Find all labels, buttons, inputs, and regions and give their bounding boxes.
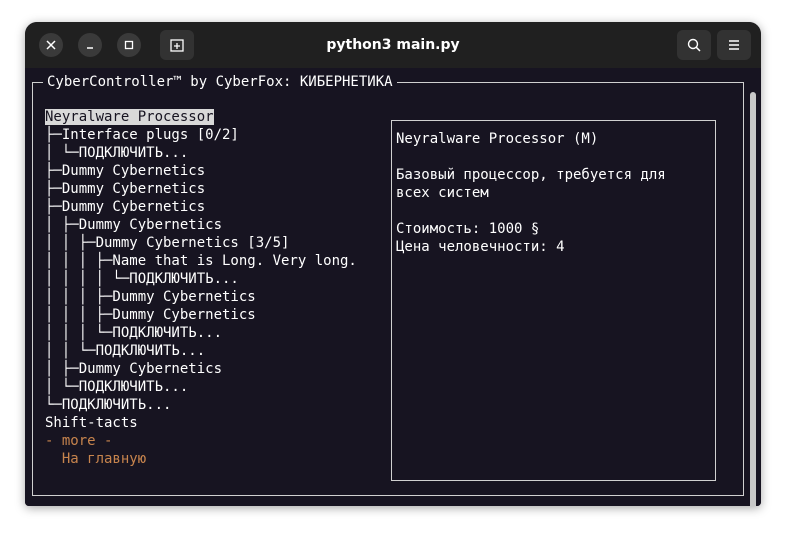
tree-item[interactable]: │ │ ├─Dummy Cybernetics [3/5]	[45, 234, 357, 252]
tree-item-label: │ ├─Dummy Cybernetics	[45, 217, 223, 233]
tree-item-label: │ ├─Dummy Cybernetics	[45, 361, 223, 377]
hamburger-menu-icon	[729, 40, 739, 50]
tree-item[interactable]: │ └─ПОДКЛЮЧИТЬ...	[45, 378, 357, 396]
tree-item-label: │ │ │ ├─Dummy Cybernetics	[45, 289, 256, 305]
tree-item[interactable]: │ └─ПОДКЛЮЧИТЬ...	[45, 144, 357, 162]
detail-line: Стоимость: 1000 §	[396, 221, 540, 237]
tree-item[interactable]: │ │ │ ├─Dummy Cybernetics	[45, 306, 357, 324]
tree-item[interactable]: │ │ │ ├─Dummy Cybernetics	[45, 288, 357, 306]
detail-line: Neyralware Processor (M)	[396, 131, 599, 147]
tree-item[interactable]: ├─Dummy Cybernetics	[45, 180, 357, 198]
tree-item-label: ├─Dummy Cybernetics	[45, 163, 206, 179]
tree-item[interactable]: │ │ │ │ └─ПОДКЛЮЧИТЬ...	[45, 270, 357, 288]
detail-line: Цена человечности: 4	[396, 239, 565, 255]
tree-item[interactable]: ├─Dummy Cybernetics	[45, 162, 357, 180]
frame-title: CyberController™ by CyberFox: КИБЕРНЕТИК…	[43, 73, 397, 91]
menu-button[interactable]	[717, 30, 751, 60]
tree-item[interactable]: └─ПОДКЛЮЧИТЬ...	[45, 396, 357, 414]
tree-item[interactable]: │ │ │ ├─Name that is Long. Very long.	[45, 252, 357, 270]
detail-line	[396, 148, 666, 166]
tree-item[interactable]: │ ├─Dummy Cybernetics	[45, 216, 357, 234]
tree-item-label: ├─Dummy Cybernetics	[45, 181, 206, 197]
detail-line: всех систем	[396, 185, 489, 201]
tree-item[interactable]: ├─Interface plugs [0/2]	[45, 126, 357, 144]
tree-item-label: └─ПОДКЛЮЧИТЬ...	[45, 397, 172, 413]
tree-item[interactable]: Shift-tacts	[45, 414, 357, 432]
tree-item-label: │ │ └─ПОДКЛЮЧИТЬ...	[45, 343, 206, 359]
search-icon	[687, 38, 701, 52]
tree-item-label: │ └─ПОДКЛЮЧИТЬ...	[45, 379, 189, 395]
tree-item-label: │ └─ПОДКЛЮЧИТЬ...	[45, 145, 189, 161]
scrollbar[interactable]	[750, 92, 756, 506]
tree-item-label: Neyralware Processor	[45, 109, 214, 125]
tree-item-label: │ │ │ └─ПОДКЛЮЧИТЬ...	[45, 325, 223, 341]
detail-line	[396, 202, 666, 220]
tree-item[interactable]: │ │ └─ПОДКЛЮЧИТЬ...	[45, 342, 357, 360]
terminal-window: python3 main.py CyberController™ by Cybe…	[25, 22, 761, 506]
tree-item-label: ├─Interface plugs [0/2]	[45, 127, 239, 143]
tree-item[interactable]: - more -	[45, 432, 357, 450]
tree-item-label: ├─Dummy Cybernetics	[45, 199, 206, 215]
tree-item-label: │ │ ├─Dummy Cybernetics [3/5]	[45, 235, 290, 251]
tree-item[interactable]: ├─Dummy Cybernetics	[45, 198, 357, 216]
tree-item-label: │ │ │ │ └─ПОДКЛЮЧИТЬ...	[45, 271, 239, 287]
window-title: python3 main.py	[326, 37, 460, 53]
detail-panel: Neyralware Processor (M) Базовый процессо…	[391, 120, 716, 481]
tree-item-label: - more -	[45, 433, 113, 449]
terminal-area[interactable]: CyberController™ by CyberFox: КИБЕРНЕТИК…	[25, 68, 761, 506]
tree-item-label: Shift-tacts	[45, 415, 138, 431]
tree-item[interactable]: │ │ │ └─ПОДКЛЮЧИТЬ...	[45, 324, 357, 342]
tree-item-label: │ │ │ ├─Dummy Cybernetics	[45, 307, 256, 323]
tree-item[interactable]: │ ├─Dummy Cybernetics	[45, 360, 357, 378]
tree-item-label: На главную	[45, 451, 147, 467]
component-tree[interactable]: Neyralware Processor ├─Interface plugs [0…	[45, 108, 357, 468]
tree-item[interactable]: На главную	[45, 450, 357, 468]
detail-text: Neyralware Processor (M) Базовый процессо…	[396, 130, 666, 256]
search-button[interactable]	[677, 30, 711, 60]
title-bar: python3 main.py	[25, 22, 761, 68]
tree-item-label: │ │ │ ├─Name that is Long. Very long.	[45, 253, 357, 269]
tree-item[interactable]: Neyralware Processor	[45, 108, 357, 126]
detail-line: Базовый процессор, требуется для	[396, 167, 666, 183]
